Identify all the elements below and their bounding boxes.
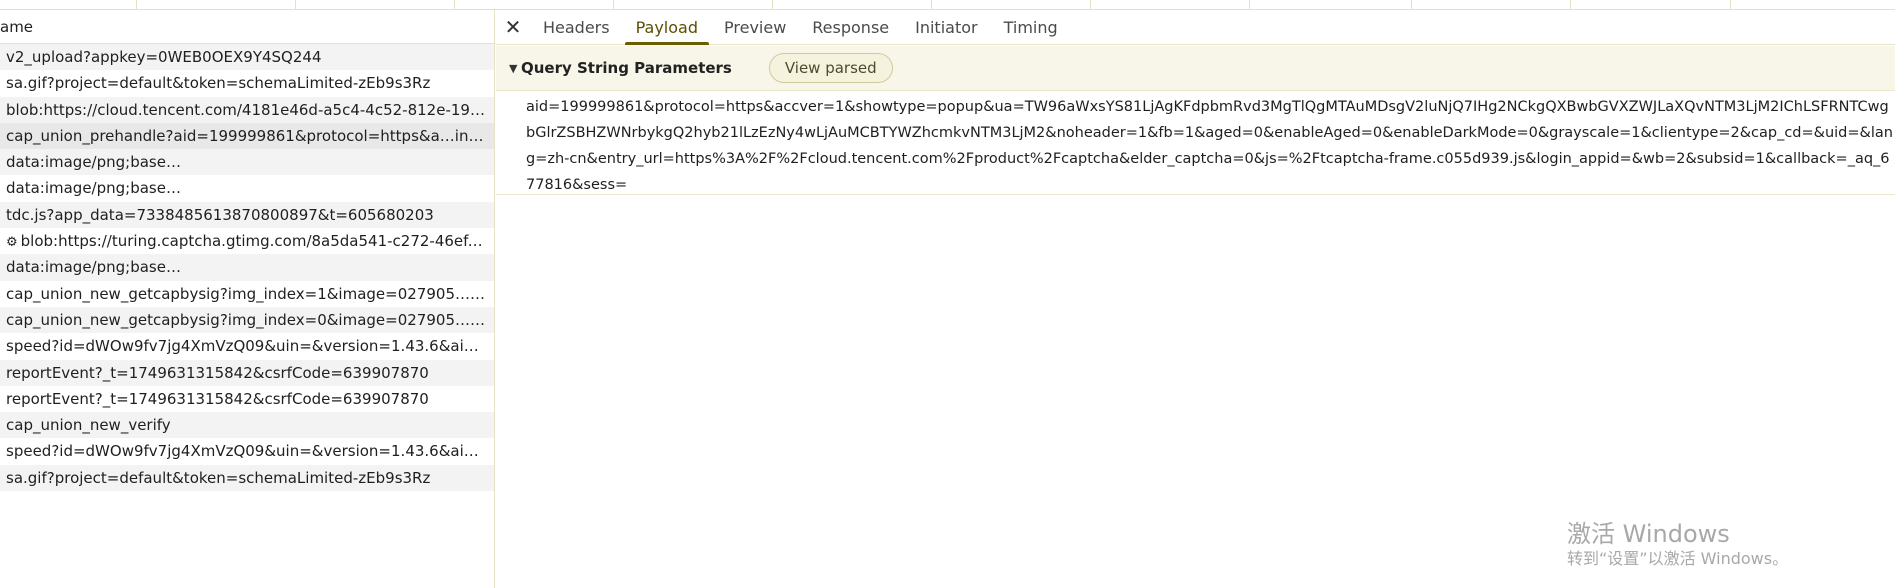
close-icon[interactable]: ✕ <box>496 10 530 44</box>
request-name: reportEvent?_t=1749631315842&csrfCode=63… <box>6 389 429 408</box>
request-name: speed?id=dWOw9fv7jg4XmVzQ09&uin=&version… <box>6 442 494 461</box>
top-timeline-strip <box>0 0 1895 10</box>
request-name: v2_upload?appkey=0WEB0OEX9Y4SQ244 <box>6 48 322 66</box>
watermark-subtitle: 转到“设置”以激活 Windows。 <box>1567 549 1789 568</box>
timeline-tick <box>772 0 773 10</box>
request-name: cap_union_new_getcapbysig?img_index=0&im… <box>6 310 494 329</box>
tab-response[interactable]: Response <box>799 10 902 44</box>
request-name: cap_union_new_getcapbysig?img_index=1&im… <box>6 284 494 303</box>
request-row[interactable]: cap_union_prehandle?aid=199999861&protoc… <box>0 122 494 150</box>
collapse-triangle-icon[interactable]: ▼ <box>509 62 521 75</box>
tab-initiator[interactable]: Initiator <box>902 10 990 44</box>
timeline-tick <box>1411 0 1412 10</box>
request-row[interactable]: cap_union_new_verify <box>0 412 494 439</box>
tab-timing[interactable]: Timing <box>991 10 1071 44</box>
timeline-tick <box>1570 0 1571 10</box>
request-row[interactable]: v2_upload?appkey=0WEB0OEX9Y4SQ244 <box>0 44 494 71</box>
tab-payload[interactable]: Payload <box>623 10 711 45</box>
query-string-value: aid=199999861&protocol=https&accver=1&sh… <box>526 99 1893 193</box>
request-row[interactable]: blob:https://cloud.tencent.com/4181e46d-… <box>0 96 494 123</box>
request-list-pane: ame v2_upload?appkey=0WEB0OEX9Y4SQ244 sa.… <box>0 10 495 588</box>
request-row[interactable]: speed?id=dWOw9fv7jg4XmVzQ09&uin=&version… <box>0 333 494 359</box>
request-row[interactable]: ⚙ blob:https://turing.captcha.gtimg.com/8… <box>0 228 494 254</box>
request-name: blob:https://turing.captcha.gtimg.com/8a… <box>20 232 494 251</box>
request-detail-pane: ✕ Headers Payload Preview Response Initiator… <box>496 10 1895 588</box>
timeline-tick <box>931 0 932 10</box>
timeline-tick <box>1090 0 1091 10</box>
request-row[interactable]: data:image/png;base… <box>0 175 494 201</box>
request-name: data:image/png;base… <box>6 258 181 277</box>
timeline-tick <box>1249 0 1250 10</box>
request-name: cap_union_new_verify <box>6 416 171 435</box>
request-list: v2_upload?appkey=0WEB0OEX9Y4SQ244 sa.gif?… <box>0 44 494 492</box>
divider <box>496 194 1895 195</box>
request-row[interactable]: reportEvent?_t=1749631315842&csrfCode=63… <box>0 359 494 386</box>
timeline-tick <box>295 0 296 10</box>
tab-headers[interactable]: Headers <box>530 10 623 44</box>
query-string-section-header[interactable]: ▼ Query String Parameters View parsed <box>496 46 1895 91</box>
timeline-tick <box>1730 0 1731 10</box>
request-name: sa.gif?project=default&token=schemaLimit… <box>6 468 431 487</box>
request-row[interactable]: data:image/png;base… <box>0 149 494 176</box>
request-name: sa.gif?project=default&token=schemaLimit… <box>6 74 431 93</box>
request-row[interactable]: sa.gif?project=default&token=schemaLimit… <box>0 464 494 492</box>
request-name: data:image/png;base… <box>6 153 181 172</box>
tab-preview[interactable]: Preview <box>711 10 799 44</box>
view-parsed-button[interactable]: View parsed <box>768 53 893 83</box>
request-name: blob:https://cloud.tencent.com/4181e46d-… <box>6 100 494 119</box>
request-row[interactable]: sa.gif?project=default&token=schemaLimit… <box>0 70 494 96</box>
request-name: data:image/png;base… <box>6 179 181 198</box>
request-row[interactable]: data:image/png;base… <box>0 254 494 281</box>
request-name: tdc.js?app_data=7338485613870800897&t=60… <box>6 205 434 224</box>
name-column-header[interactable]: ame <box>0 10 494 44</box>
timeline-tick <box>613 0 614 10</box>
request-name: reportEvent?_t=1749631315842&csrfCode=63… <box>6 363 429 382</box>
timeline-tick <box>454 0 455 10</box>
service-worker-icon: ⚙ <box>6 235 18 251</box>
watermark-title: 激活 Windows <box>1567 520 1730 548</box>
request-row[interactable]: speed?id=dWOw9fv7jg4XmVzQ09&uin=&version… <box>0 438 494 464</box>
request-row[interactable]: cap_union_new_getcapbysig?img_index=1&im… <box>0 281 494 307</box>
request-name: speed?id=dWOw9fv7jg4XmVzQ09&uin=&version… <box>6 337 494 356</box>
section-title: Query String Parameters <box>521 59 732 77</box>
detail-tab-bar: ✕ Headers Payload Preview Response Initiator… <box>496 10 1895 45</box>
request-name: cap_union_prehandle?aid=199999861&protoc… <box>6 126 494 145</box>
request-row[interactable]: reportEvent?_t=1749631315842&csrfCode=63… <box>0 386 494 412</box>
request-row[interactable]: tdc.js?app_data=7338485613870800897&t=60… <box>0 201 494 229</box>
windows-activation-watermark: 激活 Windows 转到“设置”以激活 Windows。 <box>1567 520 1788 570</box>
request-row[interactable]: cap_union_new_getcapbysig?img_index=0&im… <box>0 306 494 334</box>
timeline-tick <box>136 0 137 10</box>
